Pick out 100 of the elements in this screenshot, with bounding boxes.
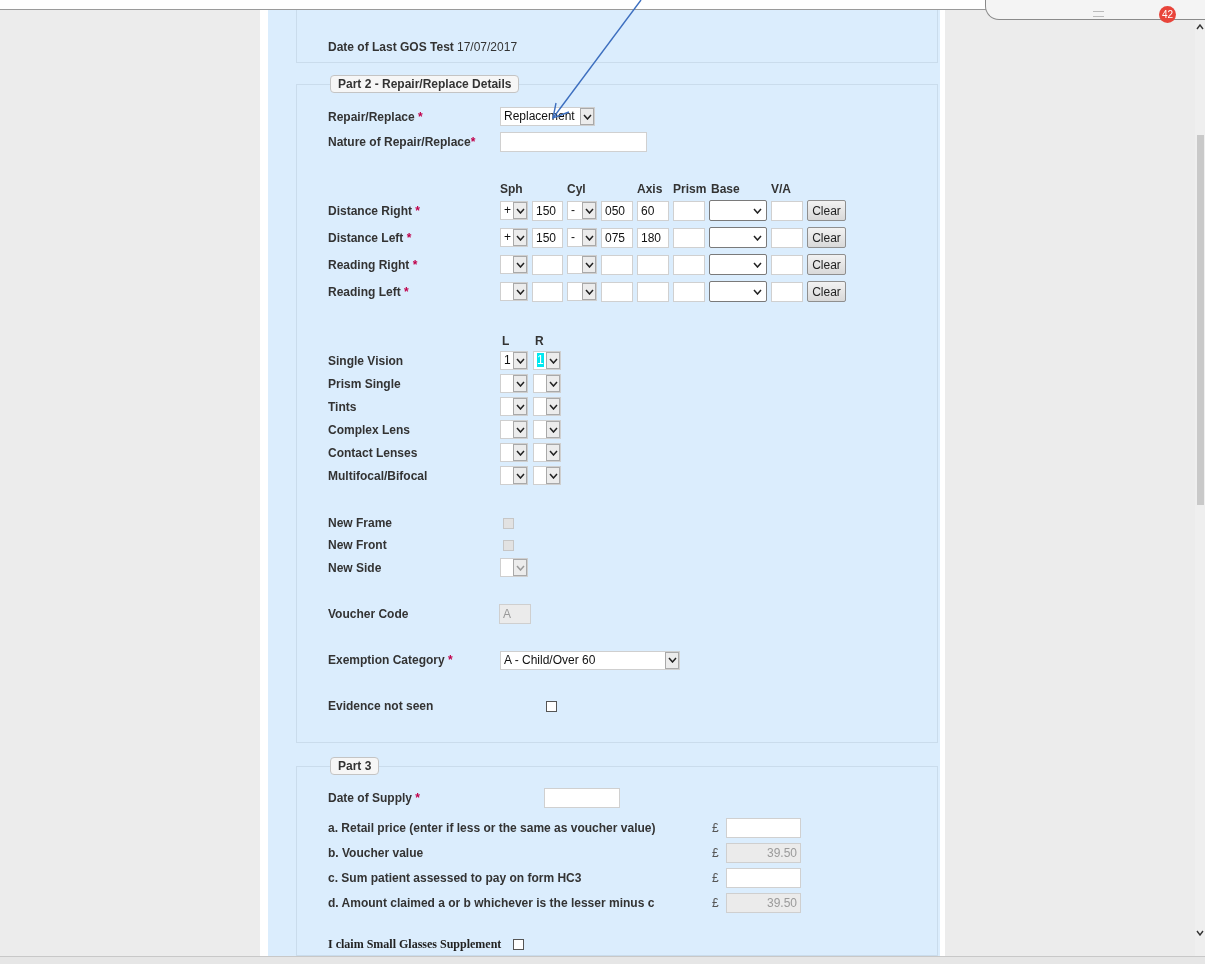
input-field[interactable]: 180 [637,227,669,248]
currency-symbol: £ [712,870,720,885]
field-label: Multifocal/Bifocal [328,468,429,483]
clear-button[interactable]: Clear [807,254,846,275]
field-label: Repair/Replace * [328,109,424,124]
chevron-down-icon [752,261,762,268]
field-label: b. Voucher value [328,845,425,860]
input-field[interactable] [771,254,803,275]
input-field[interactable] [673,200,705,221]
dropdown[interactable]: - [567,201,597,220]
chevron-down-icon [584,261,594,268]
input-field[interactable] [726,867,801,888]
field-label: d. Amount claimed a or b whichever is the lesser minus c [328,895,656,910]
section-legend: Part 3 [330,757,380,775]
chevron-down-icon [584,207,594,214]
clear-button[interactable]: Clear [807,227,846,248]
column-header: Prism [673,182,705,196]
input-field[interactable] [601,281,633,302]
field-label: Date of Last GOS Test [328,40,455,54]
field-label: Reading Left * [328,284,410,299]
input-field[interactable] [532,281,563,302]
chevron-down-icon [515,403,525,410]
checkbox[interactable] [546,700,557,712]
input-field[interactable] [771,281,803,302]
chevron-down-icon [548,357,558,364]
column-header: R [534,334,545,348]
scroll-up-icon[interactable] [1196,24,1204,30]
field-label: Exemption Category * [328,653,454,667]
chevron-down-icon [515,288,525,295]
field-label: Date of Supply * [328,790,421,805]
chevron-down-icon [548,472,558,479]
scroll-thumb[interactable] [1196,135,1204,505]
column-header: Base [710,182,741,196]
notification-tab[interactable]: 42 [985,0,1205,20]
field-label: Nature of Repair/Replace* [328,134,477,149]
column-header: V/A [771,182,792,196]
input-field[interactable] [771,200,803,221]
chevron-down-icon [752,207,762,214]
input-field[interactable]: 075 [601,227,633,248]
input-field[interactable] [637,281,669,302]
field-label: New Side [328,560,383,575]
chevron-down-icon [515,207,525,214]
input-field[interactable] [673,254,705,275]
chevron-down-icon [752,288,762,295]
input-field[interactable] [601,254,633,275]
input-field[interactable] [500,131,647,152]
field-label: Evidence not seen [328,699,435,713]
chevron-down-icon [515,357,525,364]
clear-button[interactable]: Clear [807,281,846,302]
input-field[interactable] [673,227,705,248]
input-field[interactable]: 60 [637,200,669,221]
dropdown[interactable]: Replacement [500,107,595,126]
dropdown[interactable]: - [567,228,597,247]
chevron-down-icon [548,449,558,456]
chevron-down-icon [515,234,525,241]
dropdown[interactable] [709,254,767,275]
dropdown[interactable] [709,200,767,221]
section-legend: Part 2 - Repair/Replace Details [330,75,520,93]
currency-symbol: £ [712,895,720,910]
dropdown[interactable]: + [500,201,528,220]
field-value: 17/07/2017 [457,40,518,54]
dropdown[interactable]: 1 [500,351,528,370]
chevron-down-icon [515,564,525,571]
scroll-down-icon[interactable] [1196,930,1204,936]
currency-symbol: £ [712,845,720,860]
notification-badge: 42 [1159,6,1176,23]
column-header: Sph [500,182,524,196]
chevron-down-icon [752,234,762,241]
currency-symbol: £ [712,820,720,835]
field-label: I claim Small Glasses Supplement [328,936,502,952]
dropdown[interactable]: A - Child/Over 60 [500,650,680,670]
field-label: Contact Lenses [328,445,419,460]
input-field[interactable] [637,254,669,275]
input-field[interactable] [532,254,563,275]
input-field[interactable]: 150 [532,200,563,221]
input-field[interactable]: 050 [601,200,633,221]
chevron-down-icon [548,380,558,387]
chevron-down-icon [667,657,677,663]
chevron-down-icon [582,113,592,120]
checkbox[interactable] [513,938,525,950]
input-field[interactable] [673,281,705,302]
column-header: Axis [637,182,664,196]
field-label: Distance Left * [328,230,413,245]
dropdown[interactable] [709,227,767,248]
input-field[interactable] [544,787,620,808]
field-label: Distance Right * [328,203,422,218]
chevron-down-icon [515,449,525,456]
chevron-down-icon [584,234,594,241]
field-label: c. Sum patient assessed to pay on form HC3 [328,870,583,885]
field-label: Single Vision [328,353,405,368]
field-label: New Frame [328,516,394,530]
clear-button[interactable]: Clear [807,200,846,221]
input-field[interactable] [771,227,803,248]
chevron-down-icon [548,403,558,410]
input-field[interactable]: 150 [532,227,563,248]
dropdown[interactable] [709,281,767,302]
chevron-down-icon [515,380,525,387]
field-label: Reading Right * [328,257,419,272]
input-field[interactable] [726,817,801,838]
dropdown[interactable]: + [500,228,528,247]
